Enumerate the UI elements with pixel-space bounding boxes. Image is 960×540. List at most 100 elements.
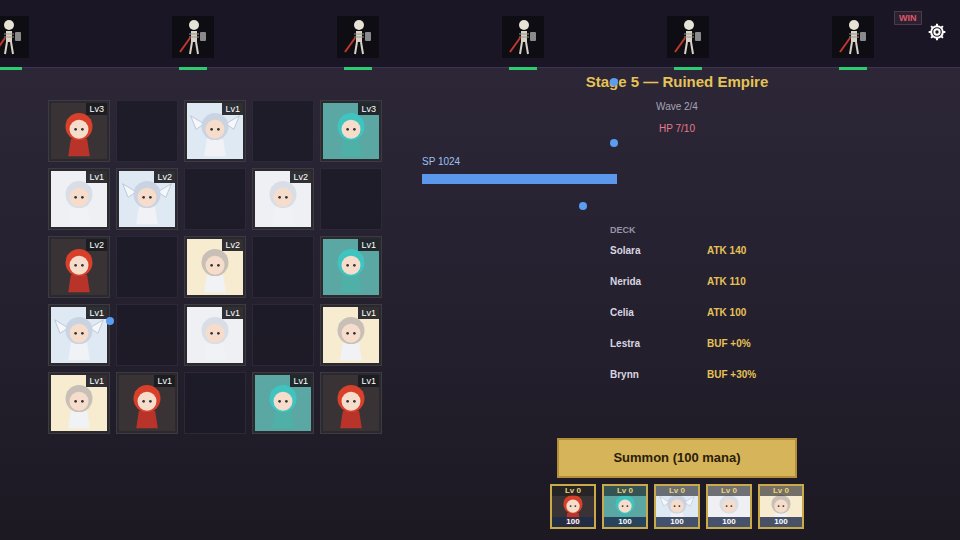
grid-row: Lv1 Lv1 Lv1 <box>48 304 382 366</box>
unit-slot[interactable]: Lv3 <box>48 100 110 162</box>
card-level: Lv 0 <box>552 486 594 496</box>
enemy-health-fill <box>344 67 372 70</box>
enemy <box>337 16 379 70</box>
unit-slot[interactable]: Lv1 <box>320 372 382 434</box>
enemy <box>667 16 709 70</box>
unit-slot[interactable]: Lv1 <box>48 372 110 434</box>
level-badge: Lv2 <box>86 239 107 251</box>
grid-row: Lv3 Lv1 Lv3 <box>48 100 382 162</box>
empty-slot[interactable] <box>184 372 246 434</box>
level-badge: Lv1 <box>222 307 243 319</box>
empty-slot[interactable] <box>252 236 314 298</box>
card-cost: 100 <box>552 517 594 527</box>
unit-slot[interactable]: Lv1 <box>48 168 110 230</box>
unit-slot[interactable]: Lv1 <box>116 372 178 434</box>
empty-slot[interactable] <box>320 168 382 230</box>
unit-slot[interactable]: Lv2 <box>252 168 314 230</box>
game-screen: WINLv3Lv1Lv3Lv1Lv2Lv2Lv2Lv2Lv1Lv1Lv1Lv1L… <box>0 0 960 540</box>
enemy-health-fill <box>839 67 867 70</box>
deck-row: CeliaATK 100 <box>610 296 932 329</box>
summon-button[interactable]: Summon (100 mana) <box>557 438 797 478</box>
card-cost: 100 <box>656 517 698 527</box>
card-cost: 100 <box>604 517 646 527</box>
empty-slot[interactable] <box>116 100 178 162</box>
unit-slot[interactable]: Lv1 <box>48 304 110 366</box>
deck-row: NeridaATK 110 <box>610 265 932 298</box>
level-badge: Lv1 <box>154 375 175 387</box>
unit-slot[interactable]: Lv1 <box>320 304 382 366</box>
unit-grid: Lv3Lv1Lv3Lv1Lv2Lv2Lv2Lv2Lv1Lv1Lv1Lv1Lv1L… <box>48 100 382 434</box>
deck-row: LestraBUF +0% <box>610 327 932 360</box>
card-cost: 100 <box>708 517 750 527</box>
enemy-health-fill <box>674 67 702 70</box>
card-level: Lv 0 <box>760 486 802 496</box>
hand-card[interactable]: Lv 0 100 <box>706 484 752 529</box>
level-badge: Lv1 <box>358 307 379 319</box>
skeleton-icon <box>671 18 705 56</box>
sp-label: SP 1024 <box>422 156 932 168</box>
deck-title: DECK <box>610 224 932 236</box>
level-badge: Lv1 <box>86 375 107 387</box>
empty-slot[interactable] <box>116 304 178 366</box>
sp-fill <box>422 174 617 184</box>
hand-card[interactable]: Lv 0 100 <box>550 484 596 529</box>
particle-dot <box>579 202 587 210</box>
enemy-health-fill <box>179 67 207 70</box>
card-level: Lv 0 <box>708 486 750 496</box>
skeleton-icon <box>176 18 210 56</box>
level-badge: Lv3 <box>358 103 379 115</box>
unit-slot[interactable]: Lv3 <box>320 100 382 162</box>
skeleton-icon <box>0 18 25 56</box>
unit-slot[interactable]: Lv2 <box>116 168 178 230</box>
empty-slot[interactable] <box>252 100 314 162</box>
enemy-bar: WIN <box>0 0 960 68</box>
level-badge: Lv1 <box>358 375 379 387</box>
level-badge: Lv2 <box>290 171 311 183</box>
level-badge: Lv1 <box>86 171 107 183</box>
particle-dot <box>610 139 618 147</box>
unit-slot[interactable]: Lv1 <box>184 100 246 162</box>
level-badge: Lv1 <box>290 375 311 387</box>
empty-slot[interactable] <box>184 168 246 230</box>
unit-slot[interactable]: Lv2 <box>48 236 110 298</box>
level-badge: Lv2 <box>154 171 175 183</box>
hand-card[interactable]: Lv 0 100 <box>654 484 700 529</box>
empty-slot[interactable] <box>116 236 178 298</box>
deck-row: SolaraATK 140 <box>610 234 932 267</box>
grid-row: Lv1 Lv2 Lv2 <box>48 168 382 230</box>
deck: DECKSolaraATK 140NeridaATK 110CeliaATK 1… <box>610 224 932 391</box>
card-level: Lv 0 <box>656 486 698 496</box>
deck-row: BrynnBUF +30% <box>610 358 932 391</box>
particle-dot <box>610 78 618 86</box>
win-badge: WIN <box>894 11 922 25</box>
level-badge: Lv1 <box>358 239 379 251</box>
hp-label: HP 7/10 <box>659 123 695 135</box>
empty-slot[interactable] <box>252 304 314 366</box>
gear-icon[interactable] <box>927 22 947 42</box>
wave-label: Wave 2/4 <box>656 101 698 113</box>
level-badge: Lv1 <box>86 307 107 319</box>
enemy-health-fill <box>0 67 22 70</box>
enemy <box>502 16 544 70</box>
level-badge: Lv3 <box>86 103 107 115</box>
skeleton-icon <box>836 18 870 56</box>
grid-row: Lv1 Lv1 Lv1 Lv1 <box>48 372 382 434</box>
card-cost: 100 <box>760 517 802 527</box>
hand-card[interactable]: Lv 0 100 <box>758 484 804 529</box>
unit-slot[interactable]: Lv1 <box>252 372 314 434</box>
enemy <box>832 16 874 70</box>
unit-slot[interactable]: Lv1 <box>320 236 382 298</box>
unit-slot[interactable]: Lv1 <box>184 304 246 366</box>
unit-slot[interactable]: Lv2 <box>184 236 246 298</box>
particle-dot <box>106 317 114 325</box>
level-badge: Lv2 <box>222 239 243 251</box>
skeleton-icon <box>341 18 375 56</box>
enemy <box>172 16 214 70</box>
side-panel: Stage 5 — Ruined EmpireWave 2/4HP 7/10SP… <box>422 68 932 540</box>
sp-bar <box>422 174 617 184</box>
hand-card[interactable]: Lv 0100 <box>602 484 648 529</box>
enemy <box>0 16 29 70</box>
level-badge: Lv1 <box>222 103 243 115</box>
hand: Lv 0100Lv 0100Lv 0100Lv 0100Lv 0100 <box>550 484 932 529</box>
enemy-health-fill <box>509 67 537 70</box>
